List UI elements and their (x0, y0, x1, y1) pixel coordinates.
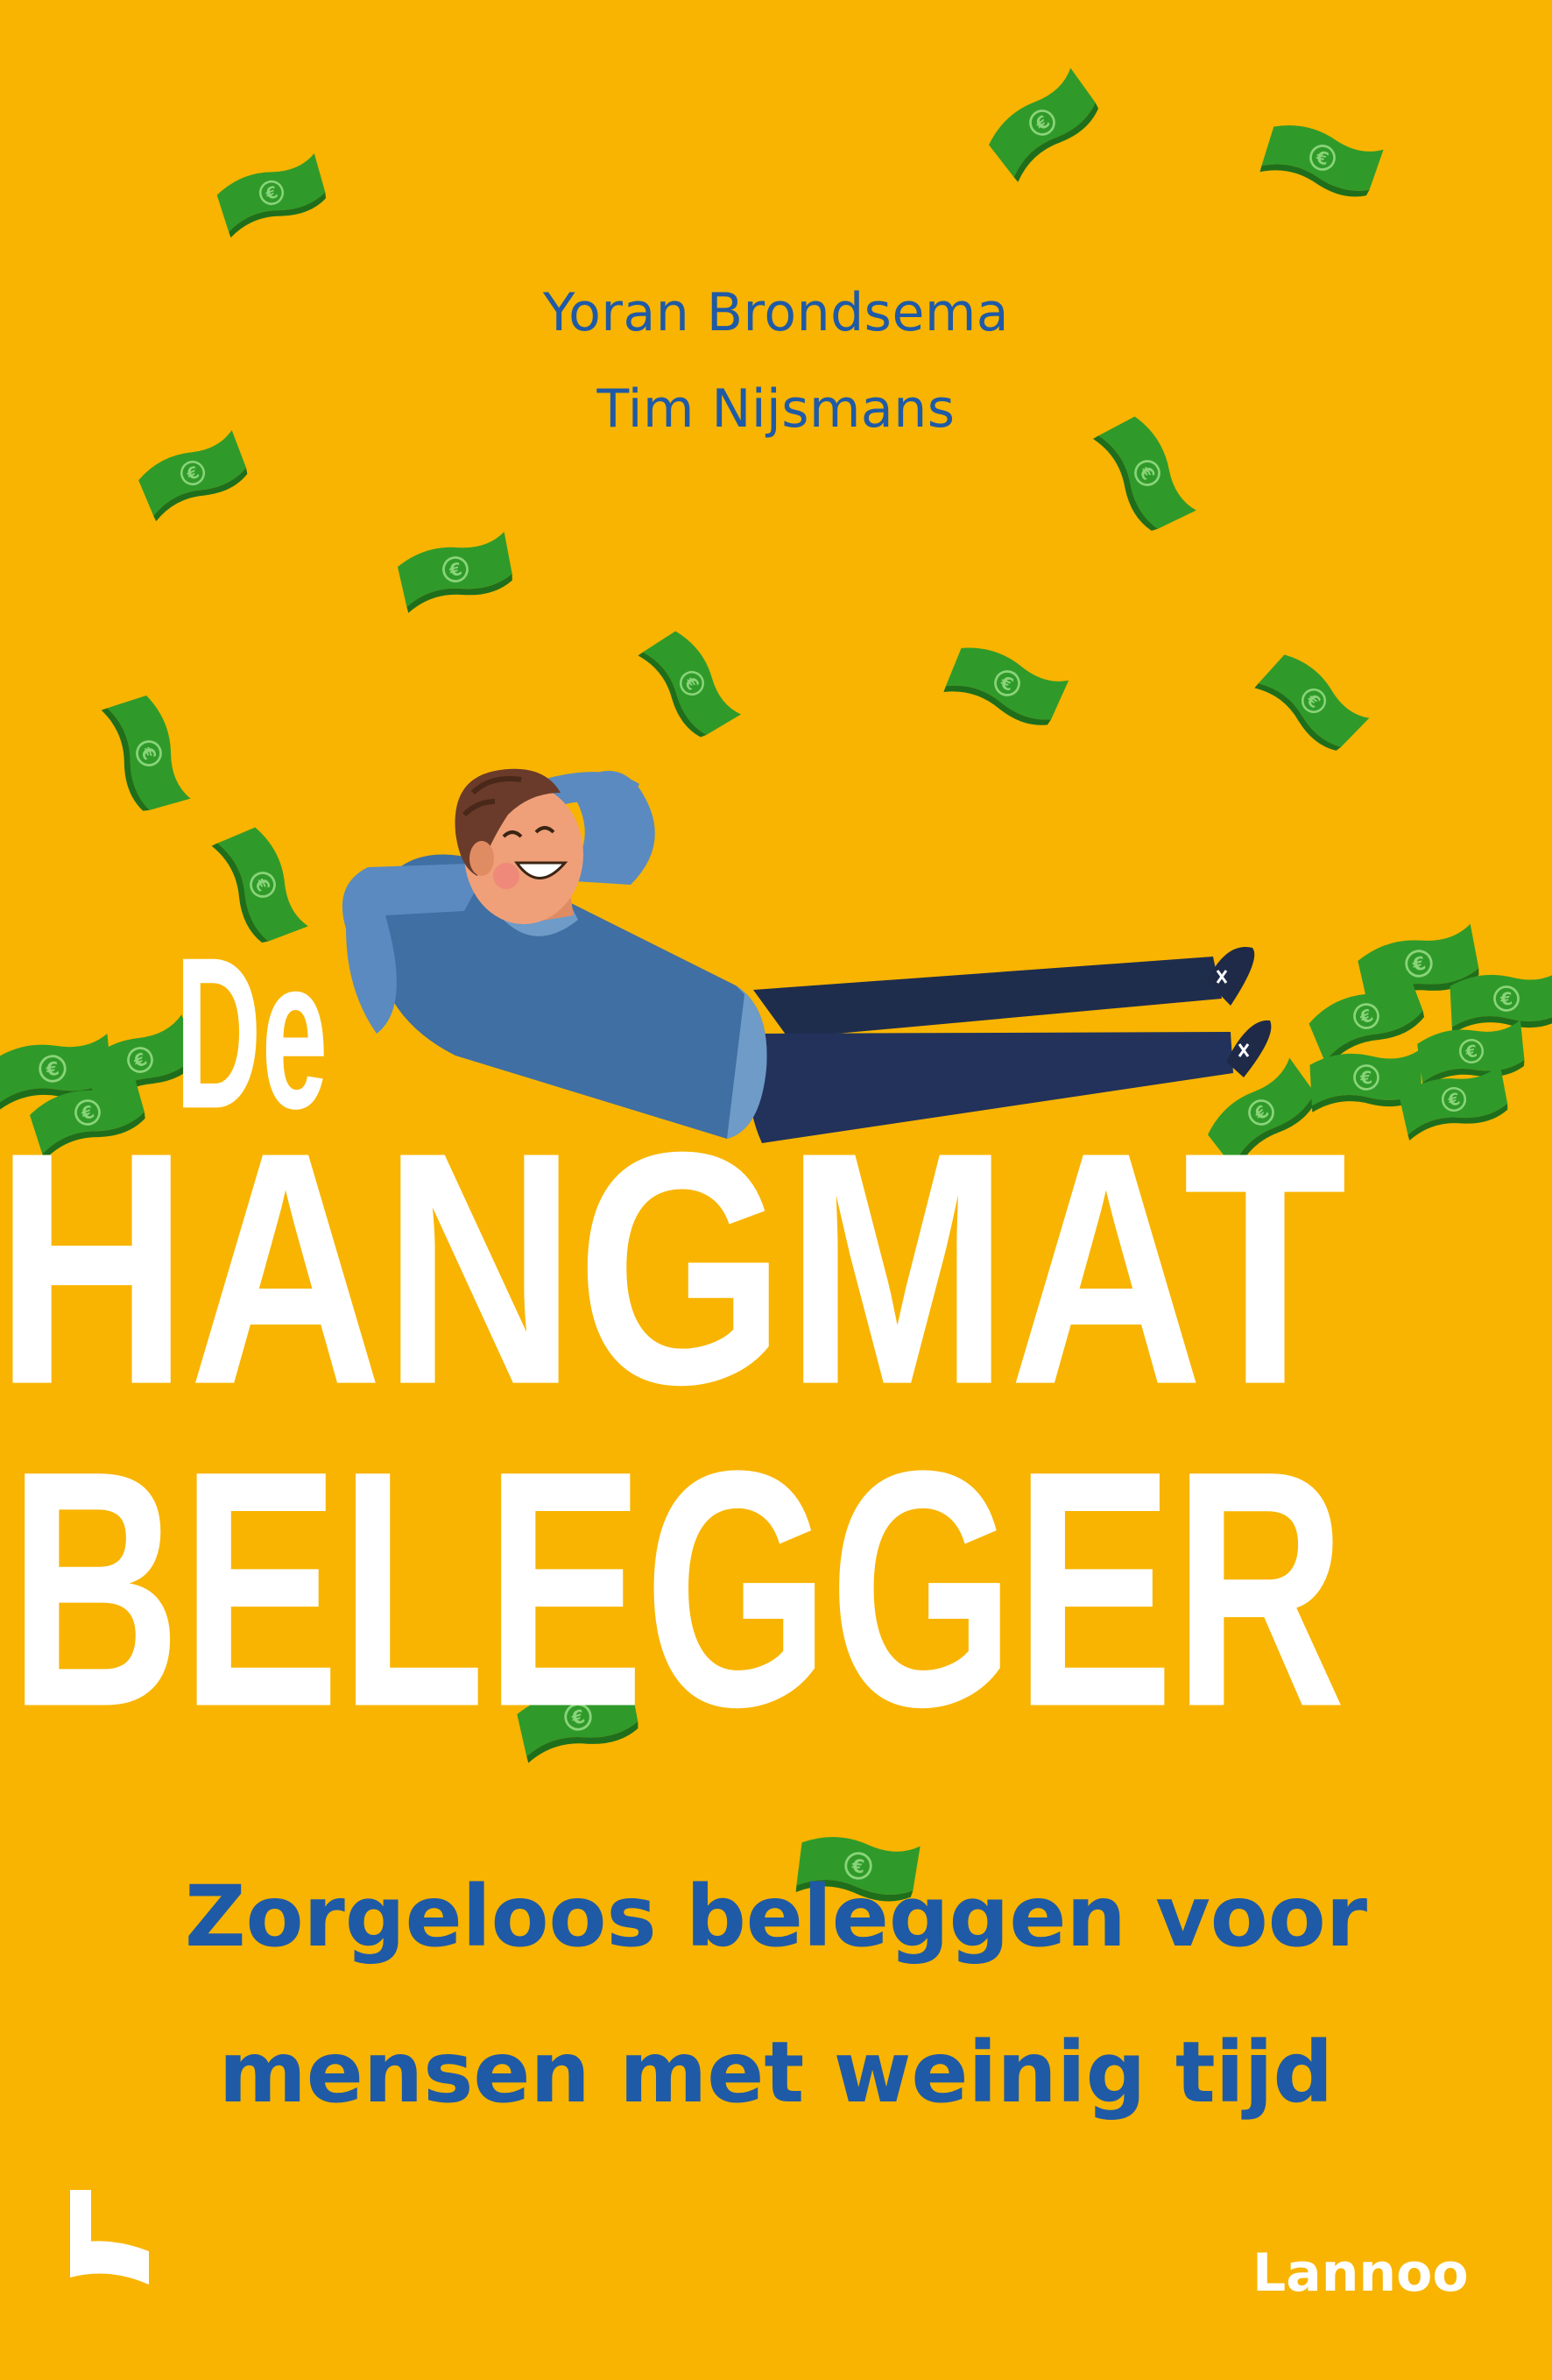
svg-text:€: € (1499, 989, 1513, 1010)
euro-banknote-icon: € (638, 631, 741, 738)
euro-banknote-icon: € (138, 430, 248, 522)
author-name: Yoran Brondsema (542, 282, 1010, 343)
euro-banknote-icon: € (943, 647, 1069, 725)
euro-banknote-icon: € (216, 153, 327, 238)
subtitle-line: Zorgeloos beleggen voor (184, 1868, 1368, 1966)
title-word-belegger: BELEGGER (9, 1400, 1346, 1777)
lannoo-l-logo-icon (70, 2190, 149, 2285)
euro-banknote-icon: € (989, 67, 1099, 182)
euro-banknote-icon: € (1254, 654, 1370, 751)
book-cover: € € € € € € € € € € € € € € € € € € € € € € € Yoran Brondsema … (0, 0, 1552, 2380)
title-word-hangmat: HANGMAT (0, 1084, 1348, 1454)
euro-banknote-icon: € (398, 532, 512, 613)
subtitle-line: mensen met weinig tijd (218, 2023, 1334, 2122)
euro-banknote-icon: € (1259, 125, 1384, 197)
euro-banknote-icon: € (101, 696, 191, 811)
publisher-name: Lannoo (1252, 2242, 1469, 2304)
svg-text:€: € (1358, 1068, 1373, 1089)
author-name: Tim Nijsmans (596, 378, 956, 440)
